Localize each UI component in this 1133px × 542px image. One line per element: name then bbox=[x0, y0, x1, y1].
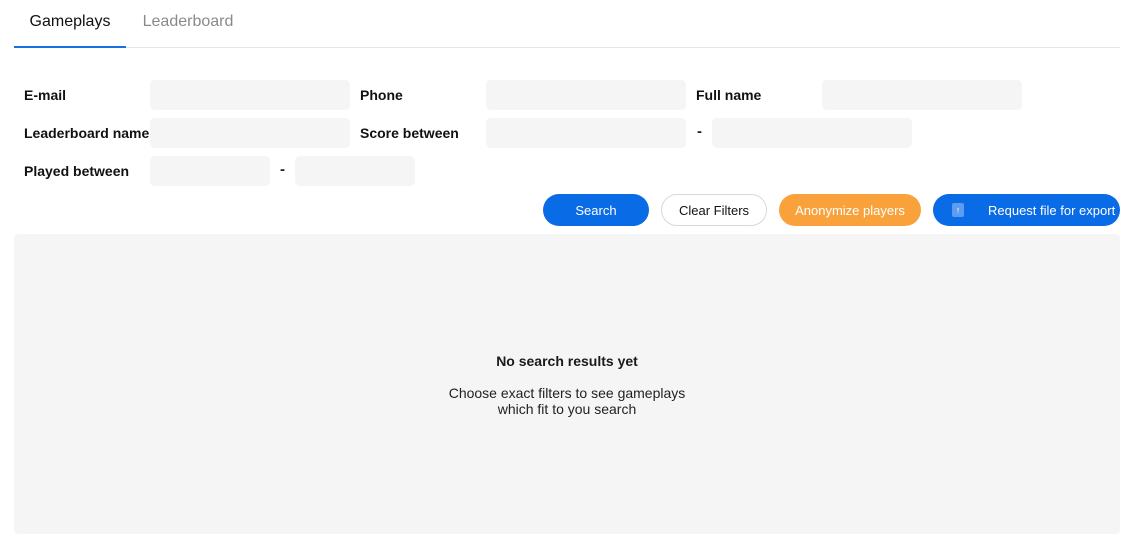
leaderboard-name-label: Leaderboard name bbox=[24, 125, 150, 141]
anonymize-players-button-label: Anonymize players bbox=[795, 202, 905, 218]
tab-leaderboard[interactable]: Leaderboard bbox=[138, 0, 238, 47]
played-from-field[interactable] bbox=[150, 156, 270, 186]
phone-label: Phone bbox=[360, 87, 403, 103]
empty-state-title: No search results yet bbox=[496, 353, 638, 369]
search-button[interactable]: Search bbox=[543, 194, 649, 226]
upload-file-icon: ↑ bbox=[952, 203, 964, 217]
anonymize-players-button[interactable]: Anonymize players bbox=[779, 194, 921, 226]
played-to-field[interactable] bbox=[295, 156, 415, 186]
email-field[interactable] bbox=[150, 80, 350, 110]
score-between-label: Score between bbox=[360, 125, 459, 141]
search-button-label: Search bbox=[575, 202, 617, 218]
score-range-separator: - bbox=[697, 123, 702, 140]
played-between-label: Played between bbox=[24, 163, 130, 179]
empty-state-line-1: Choose exact filters to see gameplays bbox=[448, 385, 686, 401]
played-range-separator: - bbox=[280, 161, 285, 178]
clear-filters-button[interactable]: Clear Filters bbox=[661, 194, 767, 226]
score-to-field[interactable] bbox=[712, 118, 912, 148]
score-from-field[interactable] bbox=[486, 118, 686, 148]
results-panel: No search results yet Choose exact filte… bbox=[14, 234, 1120, 534]
request-export-button-label: Request file for export bbox=[988, 202, 1116, 218]
phone-field[interactable] bbox=[486, 80, 686, 110]
fullname-field[interactable] bbox=[822, 80, 1022, 110]
leaderboard-name-field[interactable] bbox=[150, 118, 350, 148]
fullname-label: Full name bbox=[696, 87, 762, 103]
email-label: E-mail bbox=[24, 87, 67, 103]
active-tab-indicator bbox=[14, 46, 126, 48]
tab-gameplays[interactable]: Gameplays bbox=[14, 0, 126, 48]
empty-state-description: Choose exact filters to see gameplays wh… bbox=[14, 385, 1120, 417]
tab-bar: Gameplays Leaderboard bbox=[14, 0, 1120, 48]
tab-gameplays-label: Gameplays bbox=[29, 13, 111, 30]
tab-leaderboard-label: Leaderboard bbox=[142, 13, 234, 30]
clear-filters-button-label: Clear Filters bbox=[678, 202, 750, 218]
empty-state-line-2: which fit to you search bbox=[497, 401, 637, 417]
request-export-button[interactable]: ↑ Request file for export bbox=[933, 194, 1120, 226]
